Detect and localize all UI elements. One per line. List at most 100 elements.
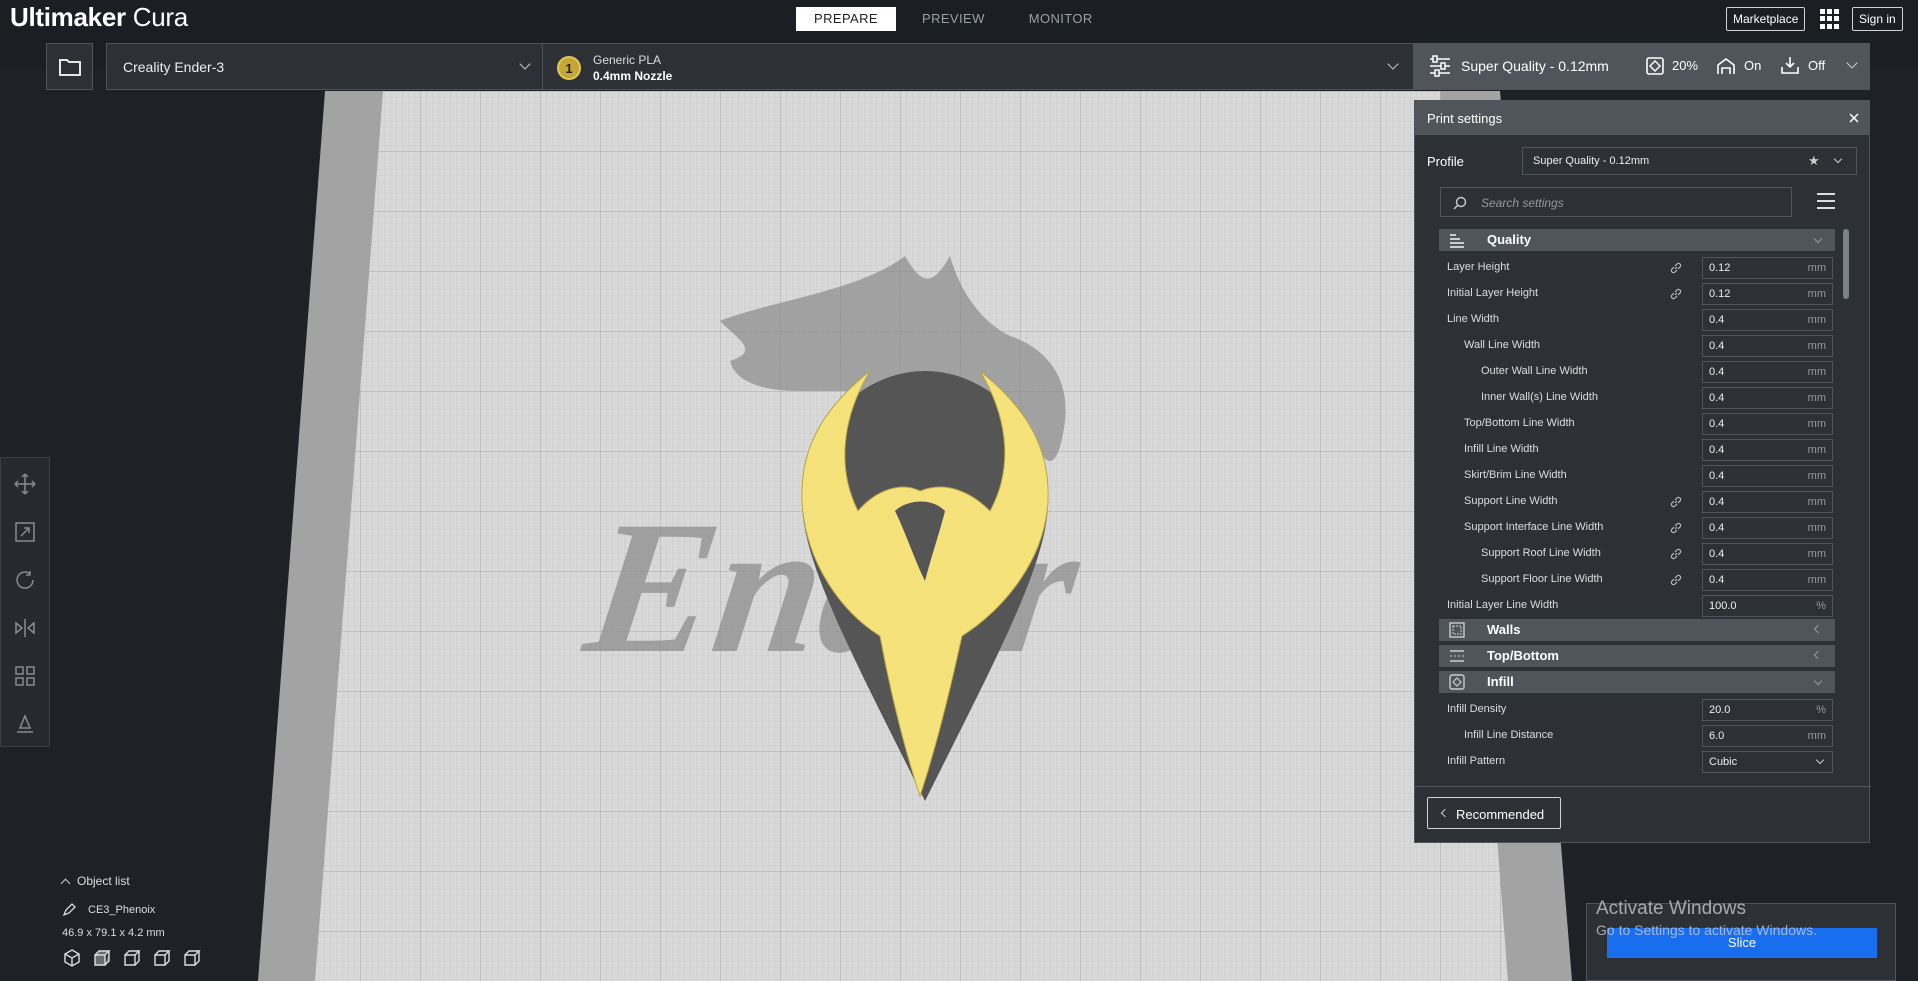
setting-input[interactable]: 0.4 mm	[1702, 361, 1833, 383]
setting-label: Support Floor Line Width	[1481, 573, 1603, 585]
adhesion-value: Off	[1808, 58, 1826, 73]
printer-selector[interactable]: Creality Ender-3	[106, 43, 542, 90]
category-quality[interactable]: Quality	[1439, 229, 1835, 251]
category-topbottom[interactable]: Top/Bottom	[1439, 645, 1835, 667]
material-selector[interactable]: 1 Generic PLA 0.4mm Nozzle	[542, 43, 1414, 90]
chevron-down-icon	[1833, 154, 1843, 164]
settings-sliders-icon	[1430, 55, 1450, 77]
infill-icon	[1646, 57, 1664, 75]
setting-input[interactable]: 0.4 mm	[1702, 543, 1833, 565]
link-icon[interactable]	[1669, 495, 1683, 509]
topbottom-icon	[1450, 650, 1464, 662]
setting-input[interactable]: 6.0 mm	[1702, 725, 1833, 747]
setting-input[interactable]: 0.4 mm	[1702, 465, 1833, 487]
front-view-icon[interactable]	[92, 948, 112, 968]
setting-label: Infill Line Distance	[1464, 729, 1554, 741]
move-tool-icon[interactable]	[13, 472, 37, 496]
profile-selector[interactable]: Super Quality - 0.12mm ★	[1522, 147, 1857, 175]
scale-tool-icon[interactable]	[13, 520, 37, 544]
link-icon[interactable]	[1669, 547, 1683, 561]
setting-input[interactable]: 0.4 mm	[1702, 491, 1833, 513]
setting-row: Infill Line Width 0.4 mm	[1439, 437, 1835, 463]
star-icon[interactable]: ★	[1808, 153, 1820, 169]
setting-label: Wall Line Width	[1464, 339, 1541, 351]
category-label: Walls	[1487, 622, 1521, 637]
close-icon[interactable]	[1849, 113, 1859, 123]
chevron-left-icon	[1813, 624, 1823, 634]
setting-label: Inner Wall(s) Line Width	[1481, 391, 1598, 403]
chevron-down-icon	[1846, 57, 1858, 69]
material-name: Generic PLA	[593, 53, 662, 67]
setting-label: Layer Height	[1447, 261, 1510, 273]
link-icon[interactable]	[1669, 261, 1683, 275]
support-icon	[1717, 58, 1735, 74]
link-icon[interactable]	[1669, 573, 1683, 587]
profile-value: Super Quality - 0.12mm	[1533, 155, 1650, 167]
setting-input[interactable]: 20.0%	[1702, 699, 1833, 721]
rotate-tool-icon[interactable]	[13, 568, 37, 592]
settings-scrollbar[interactable]	[1843, 229, 1849, 299]
recommended-button[interactable]: Recommended	[1427, 797, 1561, 829]
print-settings-selector[interactable]: Super Quality - 0.12mm 20% On Off	[1414, 43, 1870, 90]
setting-label: Support Line Width	[1464, 495, 1558, 507]
tab-prepare[interactable]: PREPARE	[796, 7, 896, 31]
per-model-settings-icon[interactable]	[13, 664, 37, 688]
sign-in-button[interactable]: Sign in	[1852, 7, 1903, 31]
printer-bar: Creality Ender-3 1 Generic PLA 0.4mm Noz…	[46, 43, 1870, 91]
chevron-left-icon	[1813, 650, 1823, 660]
marketplace-button[interactable]: Marketplace	[1726, 7, 1806, 31]
quality-icon	[1450, 234, 1464, 248]
setting-row: Wall Line Width 0.4 mm	[1439, 333, 1835, 359]
setting-row: Infill Line Distance 6.0 mm	[1439, 723, 1835, 749]
apps-grid-icon[interactable]	[1820, 9, 1840, 29]
search-settings-input[interactable]: Search settings	[1440, 187, 1792, 217]
category-infill[interactable]: Infill	[1439, 671, 1835, 693]
chevron-up-icon	[60, 878, 71, 888]
setting-label: Line Width	[1447, 313, 1499, 325]
link-icon[interactable]	[1669, 287, 1683, 301]
setting-input[interactable]: 0.4 mm	[1702, 309, 1833, 331]
3d-view-icon[interactable]	[62, 948, 82, 968]
settings-menu-icon[interactable]	[1817, 193, 1835, 209]
mirror-tool-icon[interactable]	[13, 616, 37, 640]
setting-row: Support Floor Line Width 0.4 mm	[1439, 567, 1835, 593]
open-file-button[interactable]	[46, 43, 93, 90]
setting-row: Line Width 0.4 mm	[1439, 307, 1835, 333]
right-view-icon[interactable]	[182, 948, 202, 968]
nozzle-size: 0.4mm Nozzle	[593, 69, 673, 83]
setting-input[interactable]: 100.0%	[1702, 595, 1833, 617]
tab-monitor[interactable]: MONITOR	[1011, 7, 1111, 31]
setting-row: Support Roof Line Width 0.4 mm	[1439, 541, 1835, 567]
top-view-icon[interactable]	[122, 948, 142, 968]
panel-title: Print settings	[1427, 111, 1503, 126]
profile-label: Profile	[1427, 154, 1464, 169]
object-list-item[interactable]: CE3_Phenoix	[62, 903, 155, 917]
left-view-icon[interactable]	[152, 948, 172, 968]
setting-input[interactable]: 0.4 mm	[1702, 413, 1833, 435]
setting-label: Infill Line Width	[1464, 443, 1539, 455]
object-list-toggle[interactable]: Object list	[60, 874, 130, 888]
adhesion-icon	[1781, 57, 1799, 74]
infill-value: 20%	[1672, 58, 1699, 73]
setting-input[interactable]: 0.4 mm	[1702, 439, 1833, 461]
setting-input[interactable]: 0.12 mm	[1702, 283, 1833, 305]
support-blocker-icon[interactable]	[13, 712, 37, 736]
profile-row: Profile Super Quality - 0.12mm ★	[1415, 147, 1871, 177]
setting-input[interactable]: 0.4 mm	[1702, 335, 1833, 357]
setting-dropdown[interactable]: Cubic	[1702, 751, 1833, 773]
setting-input[interactable]: 0.4 mm	[1702, 569, 1833, 591]
setting-input[interactable]: 0.12 mm	[1702, 257, 1833, 279]
link-icon[interactable]	[1669, 521, 1683, 535]
chevron-down-icon	[519, 58, 531, 70]
object-dimensions: 46.9 x 79.1 x 4.2 mm	[62, 927, 165, 939]
category-walls[interactable]: Walls	[1439, 619, 1835, 641]
print-settings-panel: Print settings Profile Super Quality - 0…	[1414, 100, 1871, 843]
search-icon	[1453, 196, 1467, 210]
recommended-label: Recommended	[1456, 807, 1545, 822]
tab-preview[interactable]: PREVIEW	[904, 7, 1003, 31]
setting-label: Infill Density	[1447, 703, 1507, 715]
setting-label: Initial Layer Height	[1447, 287, 1539, 299]
setting-input[interactable]: 0.4 mm	[1702, 387, 1833, 409]
setting-input[interactable]: 0.4 mm	[1702, 517, 1833, 539]
setting-row: Infill Pattern Cubic	[1439, 749, 1835, 775]
